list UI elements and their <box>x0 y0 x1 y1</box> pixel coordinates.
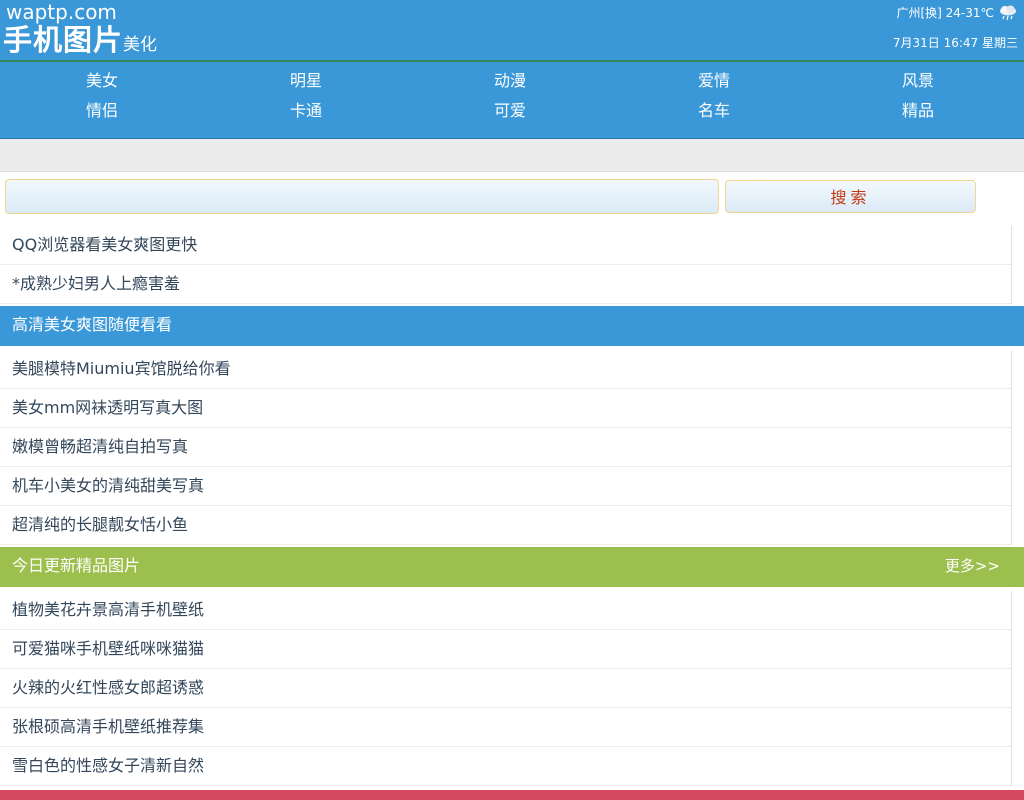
site-subtitle: 美化 <box>123 35 158 55</box>
site-logo[interactable]: 手机图片美化 <box>3 23 157 62</box>
list-item[interactable]: 雪白色的性感女子清新自然 <box>0 747 1011 786</box>
datetime: 7月31日 16:47 星期三 <box>892 36 1018 50</box>
site-domain[interactable]: waptp.com <box>6 1 117 23</box>
section-header-today: 今日更新精品图片 更多>> <box>0 547 1024 587</box>
spacer-band <box>0 139 1024 172</box>
list-item[interactable]: *成熟少妇男人上瘾害羞 <box>0 265 1011 304</box>
category-nav: 美女 明星 动漫 爱情 风景情侣 卡通 可爱 名车 精品 <box>0 62 1024 139</box>
site-title: 手机图片 <box>3 23 124 57</box>
nav-item[interactable]: 名车 <box>612 96 816 126</box>
list-item[interactable]: 火辣的火红性感女郎超诱惑 <box>0 669 1011 708</box>
list-item[interactable]: 美女mm网袜透明写真大图 <box>0 389 1011 428</box>
section-header-hd: 高清美女爽图随便看看 <box>0 306 1024 346</box>
list-item[interactable]: 美腿模特Miumiu宾馆脱给你看 <box>0 350 1011 389</box>
list-item[interactable]: 植物美花卉景高清手机壁纸 <box>0 591 1011 630</box>
nav-item[interactable]: 爱情 <box>612 66 816 96</box>
search-input[interactable] <box>5 179 719 214</box>
nav-item[interactable]: 美女 <box>0 66 204 96</box>
nav-item[interactable]: 风景 <box>816 66 1020 96</box>
search-button[interactable]: 搜索 <box>725 180 976 213</box>
weather-widget[interactable]: 广州[换] 24-31℃ <box>896 4 1018 22</box>
nav-item[interactable]: 精品 <box>816 96 1020 126</box>
site-header: waptp.com 手机图片美化 广州[换] 24-31℃ 7月31日 16:4… <box>0 0 1024 62</box>
section-hd-list: 美腿模特Miumiu宾馆脱给你看 美女mm网袜透明写真大图 嫩模曾畅超清纯自拍写真机… <box>0 350 1012 545</box>
cloud-rain-icon <box>1000 5 1016 21</box>
nav-item[interactable]: 情侣 <box>0 96 204 126</box>
section-title: 今日更新精品图片 <box>12 556 141 575</box>
more-link[interactable]: 更多>> <box>945 547 1000 585</box>
list-item[interactable]: 张根硕高清手机壁纸推荐集 <box>0 708 1011 747</box>
weather-text: 广州[换] 24-31℃ <box>896 6 994 20</box>
nav-item[interactable]: 明星 <box>204 66 408 96</box>
footer-bar <box>0 790 1024 800</box>
list-item[interactable]: 嫩模曾畅超清纯自拍写真 <box>0 428 1011 467</box>
promo-link-list: QQ浏览器看美女爽图更快 *成熟少妇男人上瘾害羞 <box>0 226 1012 304</box>
section-title: 高清美女爽图随便看看 <box>12 315 173 334</box>
nav-item[interactable]: 可爱 <box>408 96 612 126</box>
category-grid: 美女 明星 动漫 爱情 风景情侣 卡通 可爱 名车 精品 <box>0 66 1024 126</box>
list-item[interactable]: 机车小美女的清纯甜美写真 <box>0 467 1011 506</box>
list-item[interactable]: 超清纯的长腿靓女恬小鱼 <box>0 506 1011 545</box>
list-item[interactable]: QQ浏览器看美女爽图更快 <box>0 226 1011 265</box>
nav-item[interactable]: 动漫 <box>408 66 612 96</box>
list-item[interactable]: 可爱猫咪手机壁纸咪咪猫猫 <box>0 630 1011 669</box>
section-today-list: 植物美花卉景高清手机壁纸 可爱猫咪手机壁纸咪咪猫猫 火辣的火红性感女郎超诱惑 张根硕高… <box>0 591 1012 786</box>
nav-item[interactable]: 卡通 <box>204 96 408 126</box>
